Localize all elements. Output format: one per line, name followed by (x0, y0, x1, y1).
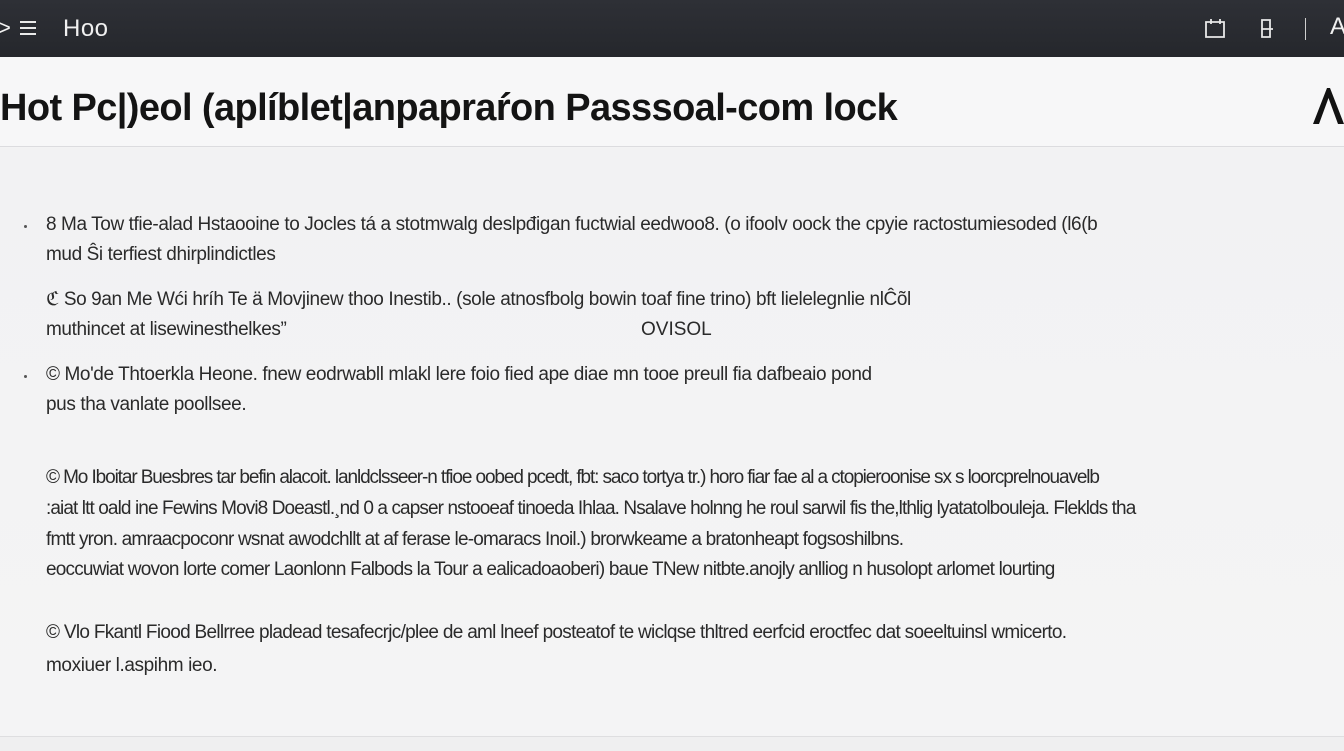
list-item-text: moxiuer l.aspihm ieo. (46, 655, 218, 676)
menu-icon[interactable] (20, 21, 36, 35)
window-icon[interactable] (1203, 18, 1229, 40)
bookmark-icon[interactable] (1259, 18, 1277, 40)
list-item-text: fmtt yron. amraacpoconr wsnat awodchllt … (46, 529, 904, 550)
account-initial[interactable]: A (1330, 12, 1344, 42)
logo-icon (1310, 84, 1344, 133)
list-item-text: 8 Ma Tow tfie-alad Hstaooine to Jocles t… (46, 214, 1098, 235)
bottom-border (0, 736, 1344, 751)
list-item-text: ℭ So 9an Me Wći hríh Te ä Movjinew thoo … (46, 289, 911, 310)
top-toolbar: > Hoo A (0, 0, 1344, 57)
list-item-text: pus tha vanlate poollsee. (46, 394, 247, 415)
page-header: Hot Pc|)eol (aplíblet|anpapraŕon Passsoa… (0, 57, 1344, 147)
list-item-text: muthincet at lisewinesthelkes” (46, 319, 287, 340)
list-item-text: :aiat ltt oald ine Fewins Movi8 Doeastl.… (46, 498, 1136, 519)
list-item-text: © Mo'de Thtoerkla Heone. fnew eodrwabll … (46, 364, 872, 385)
list-item-text: eoccuwiat wovon lorte comer Laonlonn Fal… (46, 559, 1055, 580)
bullet-dot (24, 225, 27, 228)
chevron-right-icon[interactable]: > (0, 17, 11, 39)
list-item-text: mud Ŝi terfiest dhirplindictles (46, 244, 276, 265)
list-item-text: © Vlo Fkantl Fiood Bellrree pladead tesa… (46, 622, 1067, 643)
app-title: Hoo (63, 15, 109, 42)
page-title: Hot Pc|)eol (aplíblet|anpapraŕon Passsoa… (0, 87, 898, 129)
bullet-dot (24, 375, 27, 378)
list-item-text: © Mo Iboitar Buesbres tar befin alacoit.… (46, 467, 1100, 488)
inline-code-tag: OVISOL (641, 319, 712, 340)
bullet-list: 8 Ma Tow tfie-alad Hstaooine to Jocles t… (0, 148, 1344, 736)
toolbar-divider (1305, 18, 1306, 40)
